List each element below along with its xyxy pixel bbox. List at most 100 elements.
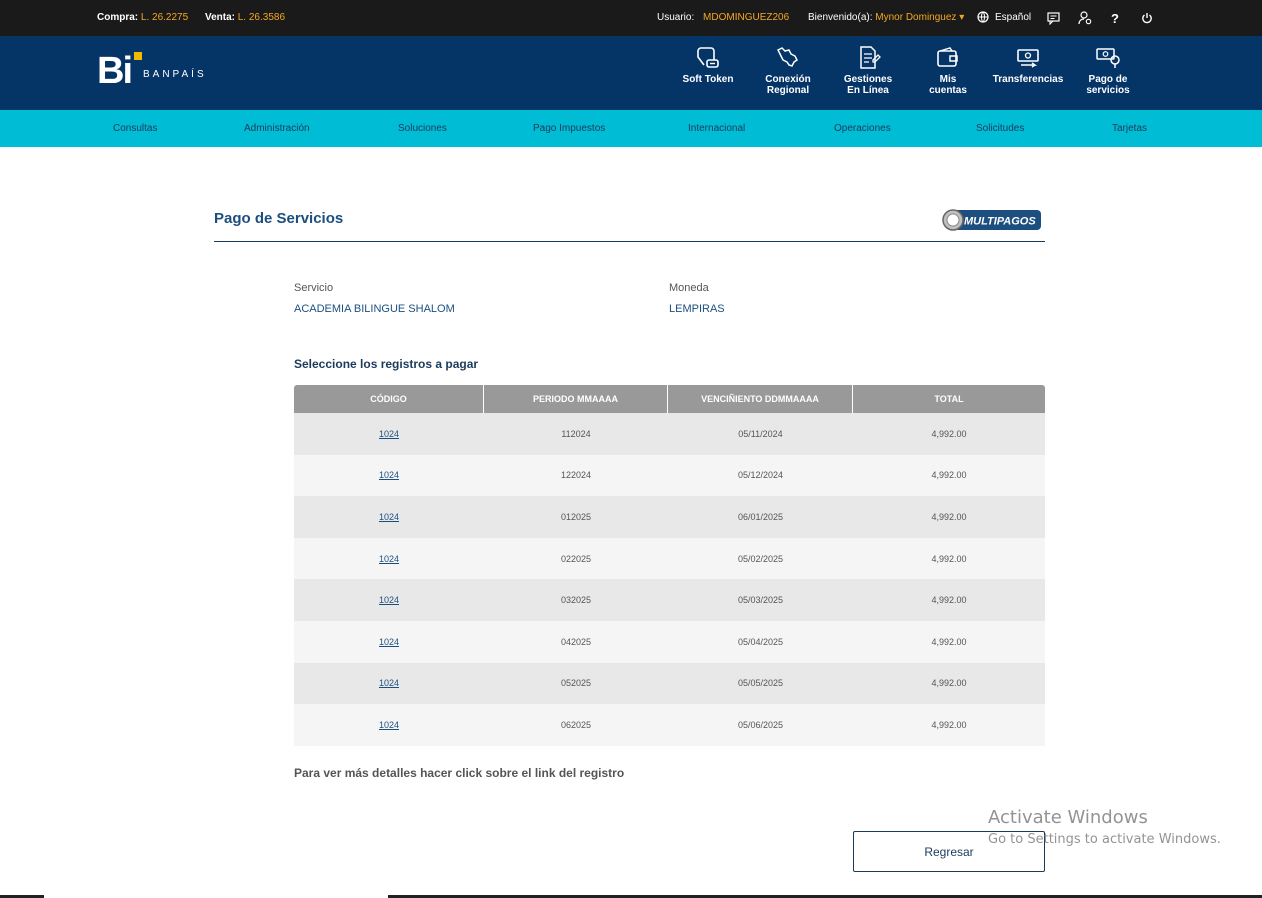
nav-gestiones-en-linea[interactable]: Gestiones En Línea <box>828 36 908 110</box>
cell-vencimiento: 06/01/2025 <box>737 511 784 522</box>
usuario-value: MDOMINGUEZ206 <box>703 12 790 23</box>
cell-periodo: 122024 <box>560 470 592 481</box>
menu-tarjetas[interactable]: Tarjetas <box>1112 123 1147 134</box>
venta-label: Venta: <box>204 12 235 23</box>
cell-vencimiento: 05/02/2025 <box>737 553 784 564</box>
service-payment-icon <box>1096 48 1120 68</box>
title-divider <box>214 241 1045 242</box>
compra-label: Compra: <box>97 12 139 23</box>
table-row: 1024 062025 05/06/2025 4,992.00 <box>294 704 1045 746</box>
cell-periodo: 062025 <box>560 719 592 730</box>
table-row: 1024 022025 05/02/2025 4,992.00 <box>294 537 1045 580</box>
record-link[interactable]: 1024 <box>379 470 399 480</box>
cell-codigo: 1024 <box>294 538 484 580</box>
page-title: Pago de Servicios <box>214 210 344 227</box>
cell-total: 4,992.00 <box>931 719 967 730</box>
nav-label-1: Mis <box>939 74 957 85</box>
record-link[interactable]: 1024 <box>379 637 399 647</box>
bienvenido-label: Bienvenido(a): <box>808 12 873 23</box>
nav-label-1: Pago de <box>1088 74 1128 85</box>
cell-codigo: 1024 <box>294 621 484 663</box>
cell-codigo: 1024 <box>294 704 484 746</box>
cell-codigo: 1024 <box>294 663 484 705</box>
moneda-value: LEMPIRAS <box>669 303 725 315</box>
table-row: 1024 012025 06/01/2025 4,992.00 <box>294 496 1045 538</box>
windows-activation-title: Activate Windows <box>988 807 1148 828</box>
logo-dot <box>134 52 142 60</box>
record-link[interactable]: 1024 <box>379 678 399 688</box>
column-header-vencimiento: VENCIÑIENTO DDMMAAAA <box>668 385 853 413</box>
menu-solicitudes[interactable]: Solicitudes <box>976 123 1024 134</box>
record-link[interactable]: 1024 <box>379 512 399 522</box>
cell-vencimiento: 05/04/2025 <box>737 636 784 647</box>
compra-value: L. 26.2275 <box>140 12 189 23</box>
cell-codigo: 1024 <box>294 413 484 455</box>
record-link[interactable]: 1024 <box>379 720 399 730</box>
cell-periodo: 052025 <box>560 678 592 689</box>
nav-label-2: En Línea <box>847 85 889 96</box>
table-row: 1024 052025 05/05/2025 4,992.00 <box>294 662 1045 705</box>
cell-periodo: 022025 <box>560 553 592 564</box>
main-header: Bi BANPAÍS Soft Token Conexión Regional … <box>0 36 1262 110</box>
cell-vencimiento: 05/11/2024 <box>738 428 783 439</box>
table-row: 1024 042025 05/04/2025 4,992.00 <box>294 620 1045 663</box>
menu-internacional[interactable]: Internacional <box>688 123 745 134</box>
menu-administracion[interactable]: Administración <box>244 123 310 134</box>
nav-label-1: Conexión <box>765 74 811 85</box>
venta-value: L. 26.3586 <box>237 12 286 23</box>
globe-icon <box>977 11 989 23</box>
menu-pago-impuestos[interactable]: Pago Impuestos <box>533 123 605 134</box>
messages-icon[interactable] <box>1046 11 1060 25</box>
moneda-label: Moneda <box>669 282 709 294</box>
nav-mis-cuentas[interactable]: Mis cuentas <box>908 36 988 110</box>
records-table: CÓDIGO PERIODO MMAAAA VENCIÑIENTO DDMMAA… <box>294 385 1045 746</box>
nav-label-2: Soft Token <box>682 74 734 85</box>
nav-soft-token[interactable]: Soft Token <box>668 36 748 110</box>
wallet-icon <box>937 47 958 67</box>
table-row: 1024 032025 05/03/2025 4,992.00 <box>294 579 1045 621</box>
user-info: Usuario: MDOMINGUEZ206 <box>657 12 789 23</box>
help-icon[interactable]: ? <box>1108 11 1122 26</box>
nav-pago-de-servicios[interactable]: Pago de servicios <box>1068 36 1148 110</box>
record-link[interactable]: 1024 <box>379 554 399 564</box>
user-settings-icon[interactable] <box>1078 11 1092 25</box>
menu-consultas[interactable]: Consultas <box>113 123 157 134</box>
record-link[interactable]: 1024 <box>379 429 399 439</box>
cell-vencimiento: 05/03/2025 <box>737 595 784 606</box>
cell-periodo: 042025 <box>560 636 592 647</box>
nav-transferencias[interactable]: Transferencias <box>988 36 1068 110</box>
cell-periodo: 032025 <box>560 595 592 606</box>
welcome-user-menu[interactable]: Bienvenido(a): Mynor Dominguez ▾ <box>808 12 964 23</box>
cell-vencimiento: 05/12/2024 <box>737 470 784 481</box>
menu-soluciones[interactable]: Soluciones <box>398 123 447 134</box>
cell-total: 4,992.00 <box>931 636 967 647</box>
multipagos-logo: MULTIPAGOS <box>942 209 1041 231</box>
nav-label-2: Transferencias <box>992 74 1064 85</box>
bienvenido-value: Mynor Dominguez <box>875 12 957 23</box>
cell-periodo: 012025 <box>560 511 592 522</box>
language-selector[interactable]: Español <box>977 11 1031 23</box>
cell-total: 4,992.00 <box>931 511 967 522</box>
cell-vencimiento: 05/06/2025 <box>737 719 784 730</box>
column-header-total: TOTAL <box>934 394 964 404</box>
banpais-logo[interactable]: Bi BANPAÍS <box>97 52 207 90</box>
table-row: 1024 122024 05/12/2024 4,992.00 <box>294 454 1045 497</box>
multipagos-logo-text: MULTIPAGOS <box>964 216 1036 228</box>
power-icon[interactable] <box>1140 11 1154 25</box>
cell-codigo: 1024 <box>294 579 484 621</box>
document-edit-icon <box>860 46 881 69</box>
nav-conexion-regional[interactable]: Conexión Regional <box>748 36 828 110</box>
cell-codigo: 1024 <box>294 496 484 538</box>
top-bar: Compra: L. 26.2275 Venta: L. 26.3586 Usu… <box>0 0 1262 36</box>
menu-operaciones[interactable]: Operaciones <box>834 123 891 134</box>
exchange-rates: Compra: L. 26.2275 Venta: L. 26.3586 <box>97 12 299 23</box>
details-hint: Para ver más detalles hacer click sobre … <box>294 766 625 780</box>
cell-total: 4,992.00 <box>931 428 967 439</box>
cell-periodo: 112024 <box>561 428 591 439</box>
main-menu: Consultas Administración Soluciones Pago… <box>0 110 1262 147</box>
soft-token-icon <box>697 47 719 68</box>
record-link[interactable]: 1024 <box>379 595 399 605</box>
cell-total: 4,992.00 <box>931 553 967 564</box>
nav-label-2: Regional <box>766 85 810 96</box>
cell-total: 4,992.00 <box>931 595 967 606</box>
